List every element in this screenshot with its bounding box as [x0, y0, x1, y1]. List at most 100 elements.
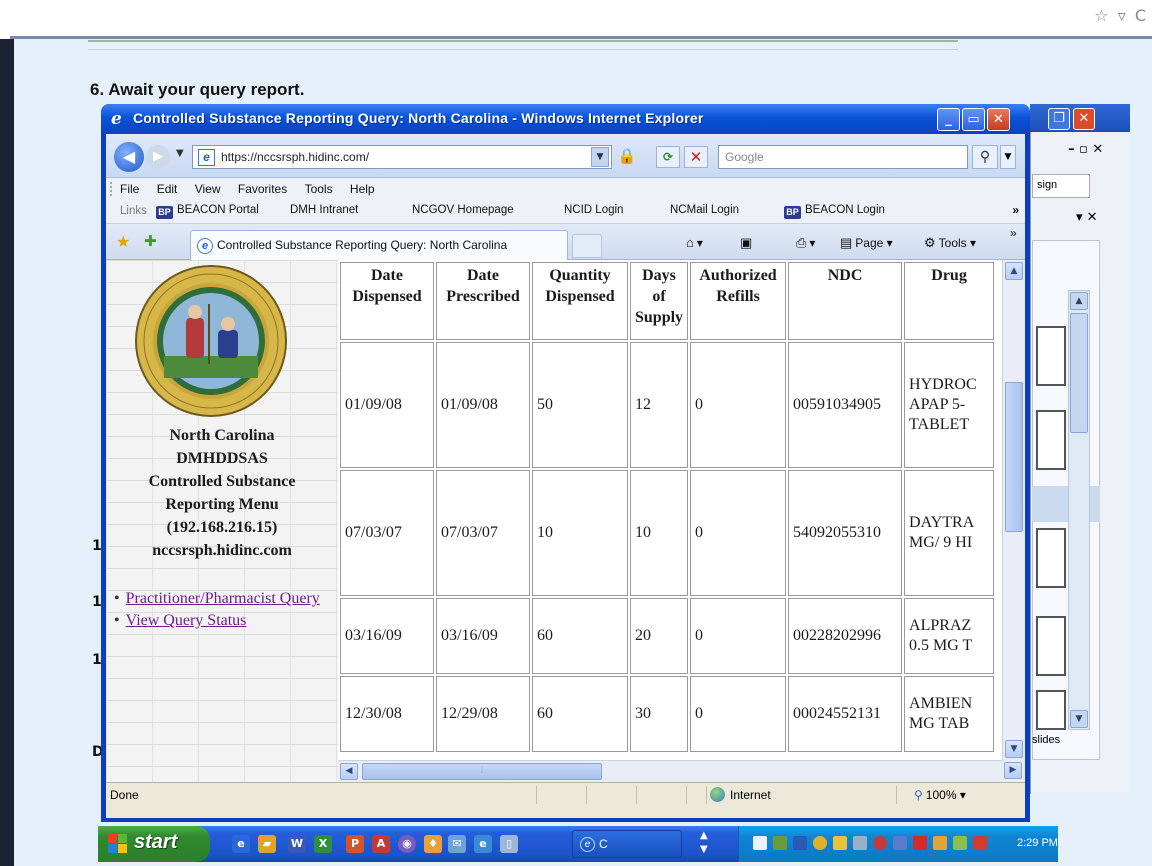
- horizontal-scrollbar[interactable]: ◀ ⦙: [338, 760, 1002, 782]
- address-input[interactable]: e https://nccsrsph.hidinc.com/: [192, 145, 612, 169]
- slides-pane-scrollbar[interactable]: ▲ ▼: [1068, 290, 1090, 730]
- scroll-right-icon[interactable]: ▶: [1004, 762, 1022, 779]
- scroll-thumb[interactable]: [1005, 382, 1023, 532]
- link-beacon-login[interactable]: BP BEACON Login: [784, 204, 885, 219]
- tray-icon[interactable]: [933, 836, 947, 850]
- tray-icon[interactable]: [773, 836, 787, 850]
- sign-field[interactable]: sign: [1032, 174, 1090, 198]
- quicklaunch-app-icon[interactable]: ✉: [448, 835, 466, 853]
- scroll-up-icon[interactable]: ▲: [1005, 262, 1023, 280]
- quicklaunch-disc-icon[interactable]: ◉: [398, 835, 416, 853]
- favorites-star-icon[interactable]: ★: [116, 232, 130, 251]
- dropdown-arrow-icon[interactable]: ▿: [1118, 6, 1126, 25]
- menu-favorites[interactable]: Favorites: [238, 178, 287, 196]
- toolbar-grip[interactable]: [110, 182, 112, 196]
- quicklaunch-powerpoint-icon[interactable]: P: [346, 835, 364, 853]
- home-icon[interactable]: ⌂ ▾: [686, 235, 703, 250]
- scroll-down-icon[interactable]: ▼: [1070, 710, 1088, 728]
- quicklaunch-word-icon[interactable]: W: [288, 835, 306, 853]
- slide-thumbnail[interactable]: [1036, 410, 1066, 470]
- scroll-up-icon[interactable]: ▲: [1070, 292, 1088, 310]
- slide-thumbnail[interactable]: [1036, 690, 1066, 730]
- quicklaunch-ie-icon[interactable]: e: [474, 835, 492, 853]
- tools-menu[interactable]: ⚙ Tools ▾: [924, 235, 976, 251]
- quicklaunch-doc-icon[interactable]: ▯: [500, 835, 518, 853]
- scroll-left-icon[interactable]: ◀: [340, 763, 358, 780]
- stop-icon[interactable]: ✕: [684, 146, 708, 168]
- tab-active[interactable]: e Controlled Substance Reporting Query: …: [190, 230, 568, 260]
- new-tab-button[interactable]: [572, 234, 602, 258]
- menu-file[interactable]: File: [120, 178, 139, 196]
- address-dropdown-icon[interactable]: ▼: [591, 147, 609, 167]
- cell-date-dispensed: 07/03/07: [340, 470, 434, 596]
- link-dmh-intranet[interactable]: eDMH Intranet: [290, 204, 405, 322]
- slide-header-band: [88, 40, 958, 50]
- tray-icon[interactable]: [953, 836, 967, 850]
- tray-icon[interactable]: [793, 836, 807, 850]
- vertical-scrollbar[interactable]: ▲ ▼: [1002, 260, 1025, 760]
- menu-edit[interactable]: Edit: [157, 178, 178, 196]
- menu-help[interactable]: Help: [350, 178, 375, 196]
- scroll-thumb[interactable]: ⦙: [362, 763, 602, 780]
- quicklaunch-app-icon[interactable]: ♦: [424, 835, 442, 853]
- search-dropdown-icon[interactable]: ▼: [1000, 145, 1016, 169]
- search-icon[interactable]: ⚲: [972, 145, 998, 169]
- view-query-status-link[interactable]: View Query Status: [126, 612, 247, 629]
- document-window-controls[interactable]: – ▫ ✕: [1068, 142, 1103, 157]
- security-zone[interactable]: Internet: [710, 787, 771, 802]
- quicklaunch-folder-icon[interactable]: ▰: [258, 835, 276, 853]
- menu-tools[interactable]: Tools: [305, 178, 333, 196]
- add-favorite-icon[interactable]: ✚: [144, 232, 157, 250]
- chevron-more-icon[interactable]: »: [1010, 226, 1017, 240]
- history-dropdown-icon[interactable]: ▼: [176, 148, 184, 159]
- cell-drug: HYDROC APAP 5- TABLET: [904, 342, 995, 468]
- slide-thumbnail[interactable]: [1036, 528, 1066, 588]
- zoom-control[interactable]: ⚲ 100% ▾: [914, 788, 966, 802]
- tray-icon[interactable]: [853, 836, 867, 850]
- reload-icon[interactable]: C: [1135, 6, 1146, 25]
- tray-icon[interactable]: [973, 836, 987, 850]
- scroll-down-icon[interactable]: ▼: [1005, 740, 1023, 758]
- ie-titlebar[interactable]: e Controlled Substance Reporting Query: …: [101, 104, 1030, 134]
- tray-icon[interactable]: [813, 836, 827, 850]
- chevron-more-icon[interactable]: »: [1012, 203, 1019, 217]
- page-menu[interactable]: ▤ Page ▾: [840, 235, 893, 251]
- slide-thumbnail[interactable]: [1036, 326, 1066, 386]
- table-row: 12/30/08 12/29/08 60 30 0 00024552131 AM…: [340, 676, 995, 752]
- task-pane-controls[interactable]: ▾ ✕: [1076, 210, 1098, 225]
- menu-view[interactable]: View: [195, 178, 221, 196]
- link-ncmail-login[interactable]: eNCMail Login: [670, 204, 785, 322]
- search-input[interactable]: Google: [718, 145, 968, 169]
- forward-arrow-icon[interactable]: ▶: [146, 145, 170, 169]
- tray-icon[interactable]: [753, 836, 767, 850]
- tray-icon[interactable]: [833, 836, 847, 850]
- lock-icon[interactable]: 🔒: [616, 147, 638, 167]
- tray-icon[interactable]: [913, 836, 927, 850]
- close-button[interactable]: ✕: [987, 108, 1010, 131]
- header-ndc: NDC: [788, 262, 903, 340]
- practitioner-query-link[interactable]: Practitioner/Pharmacist Query: [126, 590, 320, 607]
- restore-icon[interactable]: ❐: [1048, 108, 1070, 130]
- back-arrow-icon[interactable]: ◀: [114, 142, 144, 172]
- quicklaunch-acrobat-icon[interactable]: A: [372, 835, 390, 853]
- start-button[interactable]: start: [98, 826, 210, 862]
- windows-taskbar: start e ▰ W X P A ◉ ♦ ✉ e ▯ e C ▲ ▼ 2:29 …: [98, 826, 1058, 862]
- feeds-icon[interactable]: ▣: [740, 235, 755, 251]
- print-icon[interactable]: ⎙ ▾: [796, 235, 815, 251]
- tray-icon[interactable]: [873, 836, 887, 850]
- link-ncgov-homepage[interactable]: eNCGOV Homepage: [412, 204, 527, 322]
- link-ncid-login[interactable]: eNCID Login: [564, 204, 679, 322]
- taskbar-scroll-icon[interactable]: ▲ ▼: [700, 829, 708, 857]
- maximize-button[interactable]: ▭: [962, 108, 985, 131]
- tray-icon[interactable]: [893, 836, 907, 850]
- bookmark-star-icon[interactable]: ☆: [1094, 6, 1108, 25]
- slide-thumbnail[interactable]: [1036, 616, 1066, 676]
- quicklaunch-icon[interactable]: e: [232, 835, 250, 853]
- link-beacon-portal[interactable]: BP BEACON Portal: [156, 204, 259, 219]
- minimize-button[interactable]: _: [937, 108, 960, 131]
- scroll-thumb[interactable]: [1070, 313, 1088, 433]
- close-icon[interactable]: ✕: [1073, 108, 1095, 130]
- refresh-icon[interactable]: ⟳: [656, 146, 680, 168]
- quicklaunch-excel-icon[interactable]: X: [314, 835, 332, 853]
- taskbar-ie-button[interactable]: e C: [572, 830, 682, 858]
